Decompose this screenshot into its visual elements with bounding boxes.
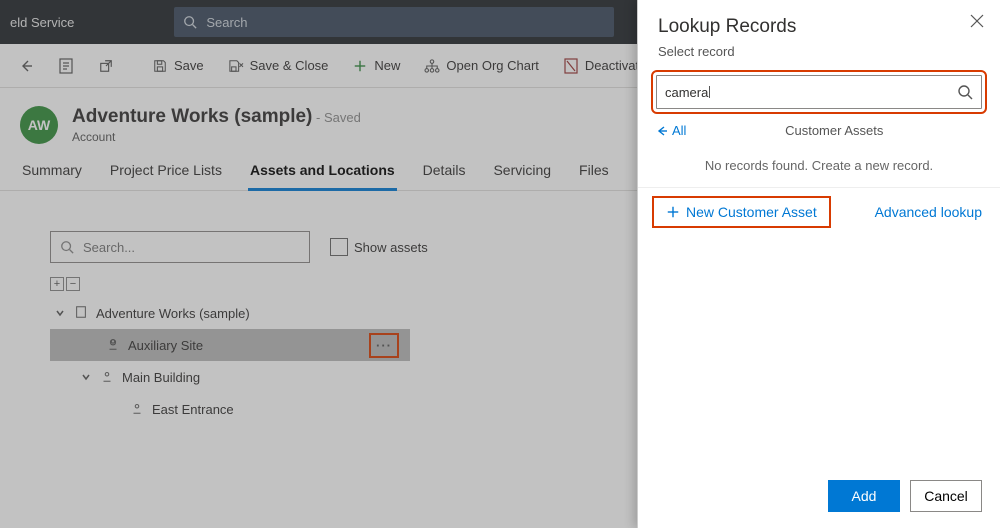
org-chart-icon: [424, 58, 440, 74]
lookup-back-all[interactable]: All: [656, 123, 686, 138]
tab-assets-and-locations[interactable]: Assets and Locations: [248, 152, 397, 190]
save-icon: [152, 58, 168, 74]
lookup-panel: Lookup Records Select record camera All …: [637, 0, 1000, 528]
expand-all-button[interactable]: +: [50, 277, 64, 291]
checkbox-icon: [330, 238, 348, 256]
tree-row-label: Auxiliary Site: [128, 338, 203, 353]
save-close-icon: [228, 58, 244, 74]
panel-close-button[interactable]: [970, 14, 984, 31]
record-saved-indicator: - Saved: [316, 110, 361, 125]
add-button[interactable]: Add: [828, 480, 900, 512]
search-icon: [957, 84, 973, 100]
global-search-input[interactable]: [204, 14, 606, 31]
panel-footer: Add Cancel: [638, 468, 1000, 528]
record-title: Adventure Works (sample): [72, 106, 312, 127]
save-label: Save: [174, 58, 204, 73]
panel-subtitle: Select record: [658, 44, 980, 59]
location-icon: [130, 401, 144, 418]
open-org-chart-button[interactable]: Open Org Chart: [414, 52, 549, 80]
page-icon: [58, 58, 74, 74]
global-search[interactable]: [174, 7, 614, 37]
back-all-label: All: [672, 123, 686, 138]
plus-icon: [352, 58, 368, 74]
deactivate-icon: [563, 58, 579, 74]
new-button[interactable]: New: [342, 52, 410, 80]
advanced-lookup-link[interactable]: Advanced lookup: [875, 204, 982, 220]
tree-row-root[interactable]: Adventure Works (sample): [50, 297, 410, 329]
save-button[interactable]: Save: [142, 52, 214, 80]
tree-row-east-entrance[interactable]: East Entrance: [50, 393, 410, 425]
tree-row-label: Adventure Works (sample): [96, 306, 250, 321]
chevron-down-icon: [54, 306, 66, 321]
tree-row-more-button[interactable]: ···: [372, 336, 396, 355]
tree-row-label: East Entrance: [152, 402, 234, 417]
building-icon: [74, 305, 88, 322]
new-label: New: [374, 58, 400, 73]
tab-summary[interactable]: Summary: [20, 152, 84, 190]
show-assets-toggle[interactable]: Show assets: [330, 238, 428, 256]
no-records-message: No records found. Create a new record.: [638, 144, 1000, 188]
location-icon: [106, 337, 120, 354]
app-name: eld Service: [10, 15, 74, 30]
lookup-search-value: camera: [665, 85, 708, 100]
arrow-left-icon: [18, 58, 34, 74]
open-org-chart-label: Open Org Chart: [446, 58, 539, 73]
back-button[interactable]: [8, 52, 44, 80]
tab-project-price-lists[interactable]: Project Price Lists: [108, 152, 224, 190]
account-avatar: AW: [20, 106, 58, 144]
save-close-button[interactable]: Save & Close: [218, 52, 339, 80]
tree-row-auxiliary-site[interactable]: Auxiliary Site ···: [50, 329, 410, 361]
search-icon: [59, 239, 75, 255]
search-icon: [182, 14, 198, 30]
show-assets-label: Show assets: [354, 240, 428, 255]
tree-search[interactable]: [50, 231, 310, 263]
text-caret: [709, 86, 710, 98]
chevron-down-icon: [80, 370, 92, 385]
location-tree: Adventure Works (sample) Auxiliary Site …: [50, 297, 410, 425]
tab-servicing[interactable]: Servicing: [491, 152, 553, 190]
location-icon: [100, 369, 114, 386]
tree-row-main-building[interactable]: Main Building: [50, 361, 410, 393]
save-close-label: Save & Close: [250, 58, 329, 73]
new-customer-asset-link[interactable]: New Customer Asset: [656, 200, 827, 224]
popout-icon: [98, 58, 114, 74]
panel-title: Lookup Records: [658, 16, 980, 38]
tree-search-input[interactable]: [81, 239, 301, 256]
tab-files[interactable]: Files: [577, 152, 611, 190]
tab-details[interactable]: Details: [421, 152, 468, 190]
record-entity-label: Account: [72, 130, 361, 144]
lookup-search[interactable]: camera: [656, 75, 982, 109]
tree-row-label: Main Building: [122, 370, 200, 385]
notes-button[interactable]: [48, 52, 84, 80]
new-link-label: New Customer Asset: [686, 204, 817, 220]
popout-button[interactable]: [88, 52, 124, 80]
lookup-section-label: Customer Assets: [686, 123, 982, 138]
collapse-all-button[interactable]: −: [66, 277, 80, 291]
cancel-button[interactable]: Cancel: [910, 480, 982, 512]
